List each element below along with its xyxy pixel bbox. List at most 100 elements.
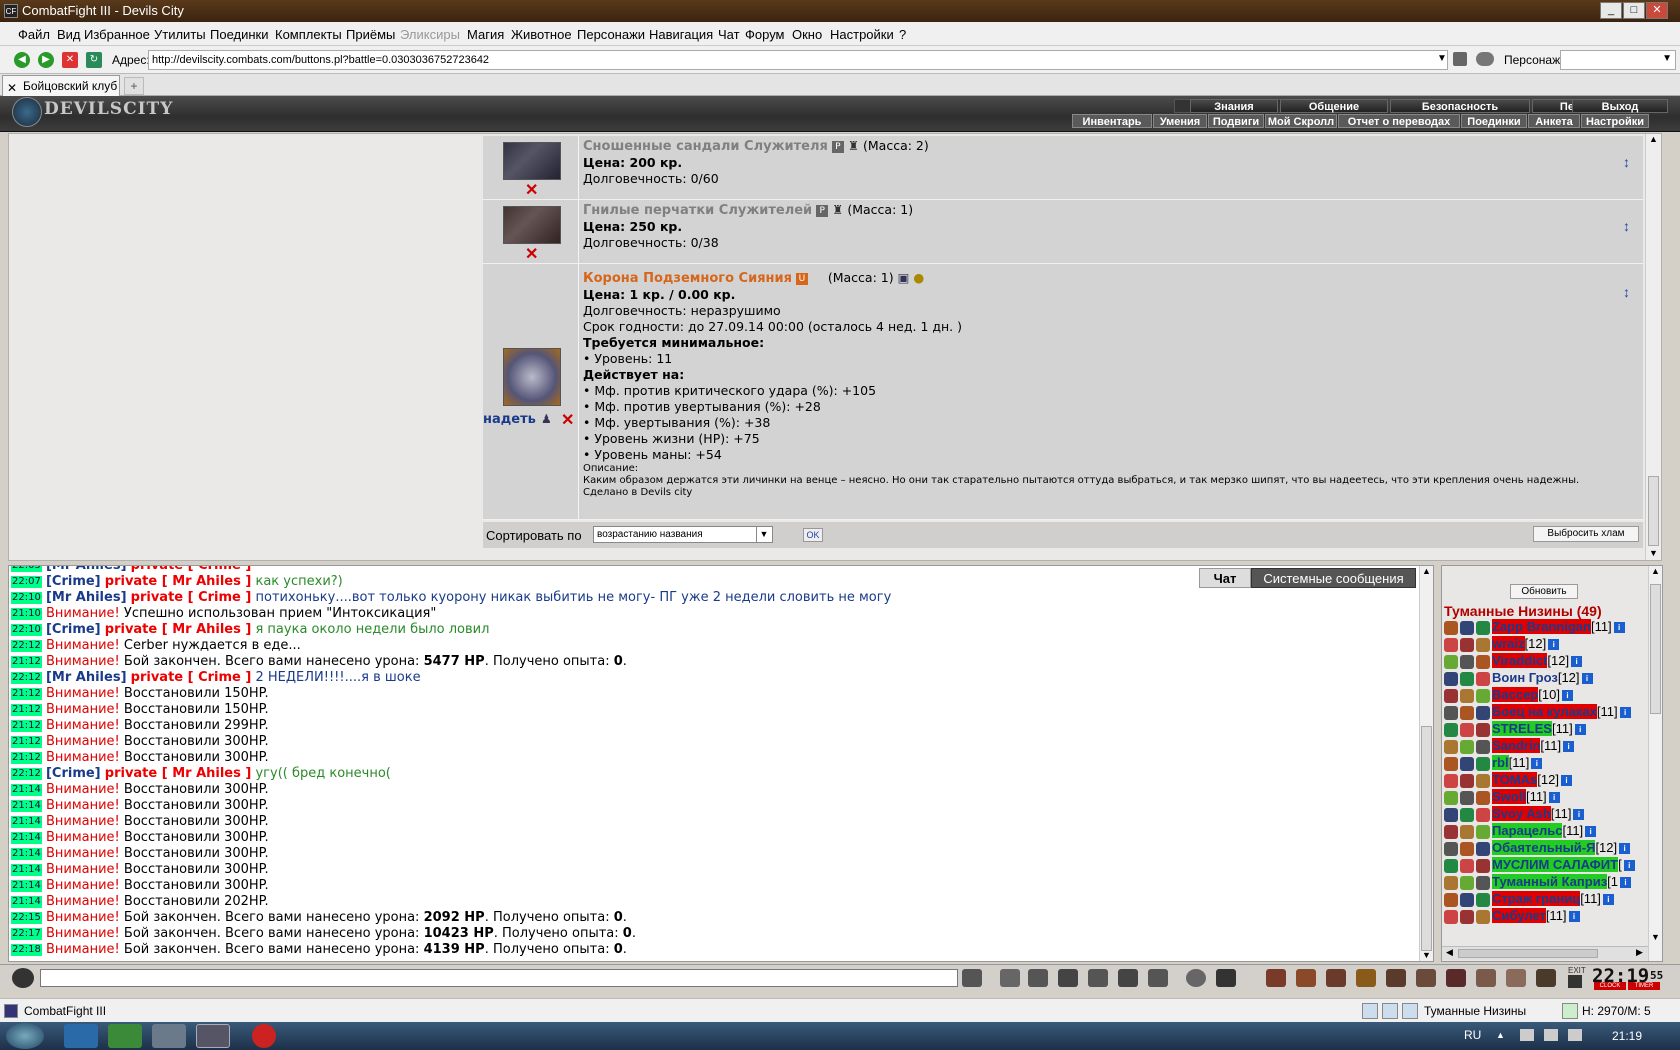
player-name[interactable]: Zapp Brannigan <box>1492 619 1591 634</box>
address-dropdown-icon[interactable]: ▼ <box>1437 53 1447 64</box>
refresh-icon[interactable]: ↻ <box>86 52 102 68</box>
menu-techniques[interactable]: Приёмы <box>346 27 395 42</box>
invite-icon[interactable] <box>1444 875 1458 890</box>
inventory-scrollbar[interactable]: ▲ ▼ <box>1645 134 1661 560</box>
player-name[interactable]: Svoy Ash <box>1492 806 1551 821</box>
refresh-button[interactable]: Обновить <box>1510 584 1578 599</box>
player-info-icon[interactable]: i <box>1531 758 1543 770</box>
persona-select[interactable]: ▼ <box>1560 50 1676 70</box>
wear-icon[interactable]: ♟ <box>541 412 552 426</box>
topnav-security[interactable]: Безопасность <box>1390 99 1530 113</box>
scroll-down-icon[interactable]: ▼ <box>1651 932 1660 942</box>
player-info-icon[interactable]: i <box>1561 690 1573 702</box>
player-info-icon[interactable]: i <box>1623 860 1635 872</box>
language-indicator[interactable]: RU <box>1464 1028 1481 1042</box>
player-info-icon[interactable]: i <box>1581 673 1593 685</box>
player-row[interactable]: rbl[11] i <box>1444 754 1543 772</box>
scroll-up-icon[interactable]: ▲ <box>1649 134 1658 144</box>
action-icon-7[interactable] <box>1446 969 1466 987</box>
player-info-icon[interactable]: i <box>1548 639 1560 651</box>
menu-characters[interactable]: Персонажи <box>577 27 645 42</box>
action-icon-3[interactable] <box>1326 969 1346 987</box>
fighter-icon[interactable] <box>1088 969 1108 987</box>
chat-sender[interactable]: [Crime] <box>46 622 101 637</box>
taskbar-clock[interactable]: 21:19 <box>1612 1029 1642 1043</box>
invite-icon[interactable] <box>1444 773 1458 788</box>
invite-icon[interactable] <box>1444 807 1458 822</box>
player-row[interactable]: TOMAs[12] i <box>1444 771 1572 789</box>
player-row[interactable]: МУСЛИМ САЛАФИТ[i <box>1444 856 1635 874</box>
chat-private-target[interactable]: private [ Mr Ahiles ] <box>105 574 252 589</box>
invite-icon[interactable] <box>1444 637 1458 652</box>
player-name[interactable]: Воин Гроз <box>1492 670 1558 685</box>
player-row[interactable]: Вассер[10] i <box>1444 686 1573 704</box>
clock-button[interactable]: CLOCK <box>1594 982 1626 990</box>
sort-ok-button[interactable]: OK <box>803 528 823 542</box>
player-row[interactable]: Viraddict[12] i <box>1444 652 1583 670</box>
status-icon-2[interactable] <box>1382 1003 1398 1019</box>
player-name[interactable]: Viraddict <box>1492 653 1548 668</box>
status-refresh-icon[interactable] <box>1562 1003 1578 1019</box>
invite-icon[interactable] <box>1444 688 1458 703</box>
filter-icon[interactable] <box>1028 969 1048 987</box>
player-info-icon[interactable]: i <box>1585 826 1597 838</box>
subnav-my-scroll[interactable]: Мой Скролл <box>1265 114 1337 128</box>
player-row[interactable]: Туманный Каприз[1 i <box>1444 873 1632 891</box>
tab-fight-club[interactable]: ✕ Бойцовский клуб <box>2 75 120 96</box>
menu-elixirs[interactable]: Эликсиры <box>400 27 460 42</box>
scroll-right-icon[interactable]: ▶ <box>1636 947 1643 958</box>
status-icon-3[interactable] <box>1402 1003 1418 1019</box>
subnav-profile[interactable]: Анкета <box>1528 114 1580 128</box>
scroll-thumb[interactable] <box>1458 949 1598 958</box>
page-icon[interactable] <box>1453 52 1467 66</box>
player-name[interactable]: Swoll <box>1492 789 1526 804</box>
player-name[interactable]: rbl <box>1492 755 1509 770</box>
status-icon-1[interactable] <box>1362 1003 1378 1019</box>
player-info-icon[interactable]: i <box>1619 843 1631 855</box>
player-name[interactable]: Обаятельный-Я <box>1492 840 1596 855</box>
player-info-icon[interactable]: i <box>1568 911 1580 923</box>
hscrollbar[interactable]: ◀ ▶ <box>1442 946 1648 960</box>
sound-icon[interactable] <box>1148 969 1168 987</box>
scroll-up-icon[interactable]: ▲ <box>1422 566 1431 576</box>
item-name[interactable]: Корона Подземного Сияния <box>583 271 792 286</box>
move-arrow-icon[interactable]: ↕ <box>1623 284 1633 316</box>
player-info-icon[interactable]: i <box>1613 622 1625 634</box>
subnav-inventory[interactable]: Инвентарь <box>1072 114 1152 128</box>
menu-magic[interactable]: Магия <box>467 27 504 42</box>
tab-chat[interactable]: Чат <box>1199 568 1251 588</box>
chat-scrollbar[interactable]: ▲ ▼ <box>1419 566 1433 961</box>
action-icon-6[interactable] <box>1416 969 1436 987</box>
player-name[interactable]: TOMAs <box>1492 772 1538 787</box>
invite-icon[interactable] <box>1444 620 1458 635</box>
invite-icon[interactable] <box>1444 705 1458 720</box>
invite-icon[interactable] <box>1444 892 1458 907</box>
minimize-button[interactable]: _ <box>1600 2 1622 19</box>
menu-view[interactable]: Вид <box>57 27 81 42</box>
player-row[interactable]: Обаятельный-Я[12] i <box>1444 839 1631 857</box>
stop-icon[interactable]: ✕ <box>62 52 78 68</box>
menu-settings[interactable]: Настройки <box>830 27 894 42</box>
translit-icon[interactable] <box>1216 969 1236 987</box>
volume-icon[interactable] <box>1568 1029 1582 1041</box>
topnav-communication[interactable]: Общение <box>1280 99 1388 113</box>
player-name[interactable]: Страж границ <box>1492 891 1581 906</box>
menu-navigation[interactable]: Навигация <box>649 27 713 42</box>
start-button[interactable] <box>6 1023 44 1049</box>
combatfight-taskbar-icon[interactable] <box>196 1024 230 1048</box>
chat-sender[interactable]: [Crime] <box>46 574 101 589</box>
close-icon[interactable]: ✕ <box>7 78 17 98</box>
action-icon-5[interactable] <box>1386 969 1406 987</box>
menu-animal[interactable]: Животное <box>511 27 572 42</box>
chat-private-target[interactable]: private [ Crime ] <box>131 670 252 685</box>
exit-icon[interactable] <box>1568 975 1582 988</box>
maximize-button[interactable]: □ <box>1623 2 1645 19</box>
action-icon-9[interactable] <box>1506 969 1526 987</box>
scroll-thumb[interactable] <box>1650 584 1661 714</box>
player-info-icon[interactable]: i <box>1619 707 1631 719</box>
chrome-icon[interactable] <box>108 1024 142 1048</box>
chat-private-target[interactable]: private [ Mr Ahiles ] <box>105 622 252 637</box>
address-input[interactable]: http://devilscity.combats.com/buttons.pl… <box>148 50 1448 70</box>
menu-file[interactable]: Файл <box>18 27 50 42</box>
timer-button[interactable]: TIMER <box>1628 982 1660 990</box>
